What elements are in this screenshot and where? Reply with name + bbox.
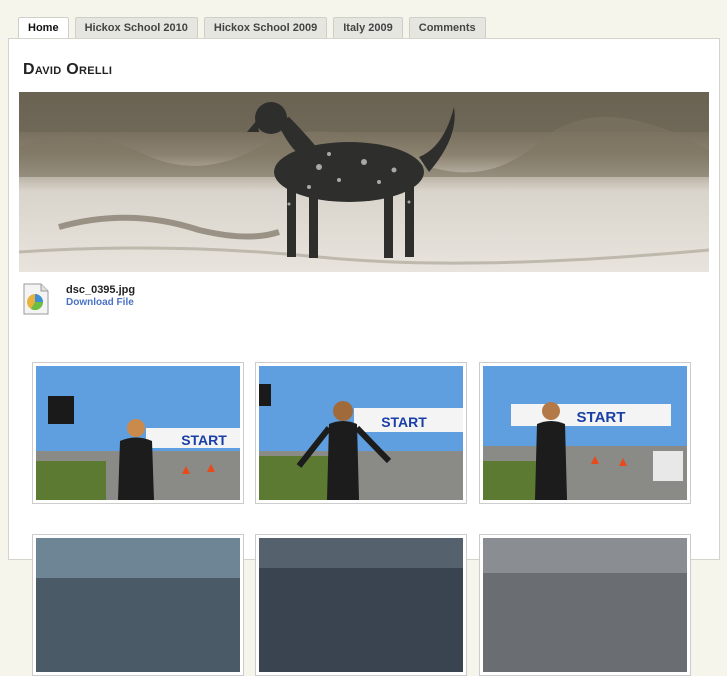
page-title: David Orelli [23,61,113,78]
gallery-photo-6[interactable] [479,534,691,676]
gallery-photo-2[interactable]: START [255,362,467,504]
start-banner-text: START [381,414,427,430]
gallery-photo-4[interactable] [32,534,244,676]
gallery-photo-5[interactable] [255,534,467,676]
content-panel: David Orelli dsc_0395.jpg Download File … [8,38,720,676]
gallery-photo-3[interactable]: START [479,362,691,504]
header-banner-image [19,92,709,272]
tab-comments[interactable]: Comments [408,17,486,38]
start-banner-text: START [577,409,626,426]
tab-hickox-school-2009[interactable]: Hickox School 2009 [203,17,328,38]
main-nav: Home Hickox School 2010 Hickox School 20… [18,17,486,39]
tab-italy-2009[interactable]: Italy 2009 [333,17,403,38]
tab-hickox-school-2010[interactable]: Hickox School 2010 [74,17,198,38]
start-banner-text: START [181,432,227,448]
gallery-photo-1[interactable]: START [32,362,244,504]
file-name: dsc_0395.jpg [66,284,136,296]
download-file-link[interactable]: Download File [66,297,134,308]
tab-home[interactable]: Home [18,17,69,39]
image-file-icon [23,283,49,315]
